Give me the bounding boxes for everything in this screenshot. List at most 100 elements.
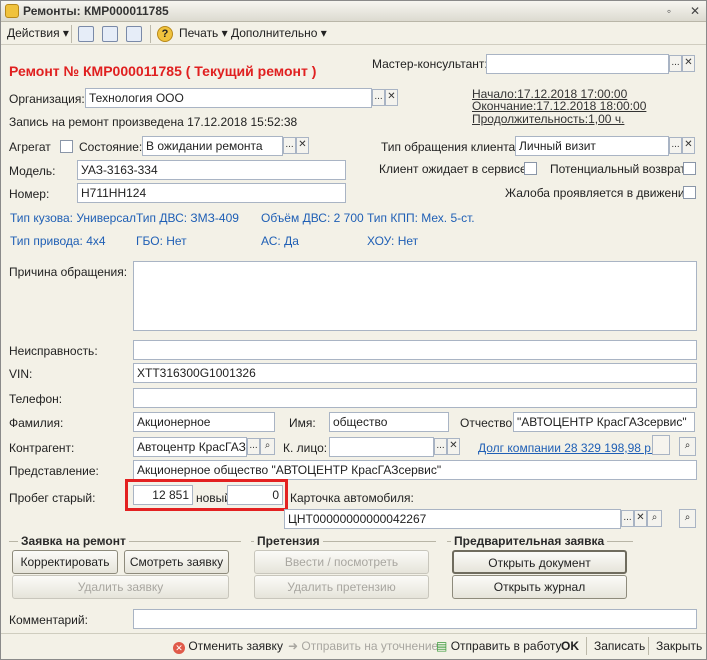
bottom-divider — [586, 637, 587, 655]
contact-field[interactable] — [329, 437, 434, 457]
send-work-button[interactable]: ▤ Отправить в работу — [436, 639, 562, 653]
representation-field[interactable]: Акционерное общество "АВТОЦЕНТР КрасГАЗс… — [133, 460, 697, 480]
number-field[interactable]: Н711НН124 — [77, 183, 346, 203]
contact-select-button[interactable]: ... — [434, 438, 447, 455]
delete-request-button[interactable]: Удалить заявку — [12, 575, 229, 599]
schedule-end-link[interactable]: Окончание:17.12.2018 18:00:00 — [472, 99, 646, 113]
client-waits-label: Клиент ожидает в сервисе — [379, 162, 527, 176]
name-field[interactable]: общество — [329, 412, 449, 432]
window-menu-icon[interactable]: ◦ — [661, 4, 677, 19]
master-field[interactable] — [486, 54, 669, 74]
contractor-select-button[interactable]: ... — [247, 438, 260, 455]
contractor-label: Контрагент: — [9, 441, 75, 455]
repair-title: Ремонт № КМР000011785 ( Текущий ремонт ) — [9, 63, 317, 79]
state-select-button[interactable]: ... — [283, 137, 296, 154]
cancel-request-button[interactable]: ✕ Отменить заявку — [173, 639, 283, 654]
potential-return-checkbox[interactable] — [683, 162, 696, 175]
spec-gbo: ГБО: Нет — [136, 234, 187, 248]
org-clear-button[interactable]: ✕ — [385, 89, 398, 106]
mileage-new-field[interactable]: 0 — [227, 485, 283, 505]
claim-delete-button[interactable]: Удалить претензию — [254, 575, 429, 599]
car-card-clear-button[interactable]: ✕ — [634, 510, 647, 527]
toolbar-divider — [150, 25, 151, 43]
debt-link[interactable]: Долг компании 28 329 198,98 р... — [478, 441, 661, 455]
claim-enter-button[interactable]: Ввести / посмотреть претензию — [254, 550, 429, 591]
master-clear-button[interactable]: ✕ — [682, 55, 695, 72]
toolbar-divider — [71, 25, 72, 43]
state-clear-button[interactable]: ✕ — [296, 137, 309, 154]
contact-label: К. лицо: — [283, 441, 328, 455]
name-label: Имя: — [289, 416, 316, 430]
view-request-button[interactable]: Смотреть заявку — [124, 550, 229, 574]
calendar-icon[interactable] — [652, 435, 670, 455]
print-label: Печать — [179, 26, 219, 40]
appeal-type-select-button[interactable]: ... — [669, 137, 682, 154]
window-title: Ремонты: КМР000011785 — [23, 4, 169, 18]
close-button[interactable]: Закрыть — [656, 639, 702, 653]
state-field[interactable]: В ожидании ремонта — [142, 136, 283, 156]
appeal-type-field[interactable]: Личный визит — [515, 136, 669, 156]
save-button[interactable]: Записать — [594, 639, 645, 653]
complaint-label: Жалоба проявляется в движении — [505, 186, 692, 200]
patronymic-field[interactable]: "АВТОЦЕНТР КрасГАЗсервис" — [513, 412, 695, 432]
bottom-divider — [648, 637, 649, 655]
spec-engine-volume: Объём ДВС: 2 700 — [261, 211, 364, 225]
send-work-label: Отправить в работу — [450, 639, 562, 653]
refresh-icon[interactable] — [102, 26, 118, 42]
car-card-search-icon[interactable]: ⌕ — [647, 510, 662, 527]
print-menu[interactable]: Печать ▾ — [179, 26, 228, 40]
vin-label: VIN: — [9, 367, 33, 381]
actions-label: Действия — [7, 26, 60, 40]
master-select-button[interactable]: ... — [669, 55, 682, 72]
close-icon[interactable]: ✕ — [687, 4, 703, 19]
patronymic-label: Отчество: — [460, 416, 516, 430]
reason-textarea[interactable] — [133, 261, 697, 331]
model-field[interactable]: УАЗ-3163-334 — [77, 160, 346, 180]
contact-clear-button[interactable]: ✕ — [447, 438, 460, 455]
contractor-field[interactable]: Автоцентр КрасГАЗсе — [133, 437, 247, 457]
help-icon[interactable]: ? — [157, 26, 173, 42]
reason-label: Причина обращения: — [9, 265, 128, 279]
arrow-right-icon: ➜ — [288, 639, 299, 653]
mileage-old-field[interactable]: 12 851 — [133, 485, 193, 505]
comment-label: Комментарий: — [9, 613, 88, 627]
potential-return-label: Потенциальный возврат — [550, 162, 686, 176]
phone-field[interactable] — [133, 388, 697, 408]
save-icon[interactable] — [78, 26, 94, 42]
complaint-checkbox[interactable] — [683, 186, 696, 199]
fault-field[interactable] — [133, 340, 697, 360]
aggregate-checkbox[interactable] — [60, 140, 73, 153]
spec-hou: ХОУ: Нет — [367, 234, 419, 248]
vin-field[interactable]: ХТТ316300G1001326 — [133, 363, 697, 383]
model-label: Модель: — [9, 164, 56, 178]
record-text: Запись на ремонт произведена 17.12.2018 … — [9, 115, 298, 129]
open-document-button[interactable]: Открыть документ — [452, 550, 627, 574]
send-clarify-button[interactable]: ➜ Отправить на уточнение — [288, 639, 438, 653]
actions-menu[interactable]: Действия ▾ — [7, 26, 69, 40]
open-journal-button[interactable]: Открыть журнал — [452, 575, 627, 599]
more-menu[interactable]: Дополнительно ▾ — [231, 26, 327, 40]
search-icon[interactable]: ⌕ — [679, 437, 696, 456]
appeal-type-clear-button[interactable]: ✕ — [682, 137, 695, 154]
schedule-duration-link[interactable]: Продолжительность:1,00 ч. — [472, 112, 624, 126]
comment-field[interactable] — [133, 609, 697, 629]
ok-button[interactable]: OK — [561, 639, 579, 653]
org-select-button[interactable]: ... — [372, 89, 385, 106]
send-work-icon: ▤ — [436, 639, 448, 653]
card-open-search-icon[interactable]: ⌕ — [679, 509, 696, 528]
surname-field[interactable]: Акционерное — [133, 412, 275, 432]
copy-icon[interactable] — [126, 26, 142, 42]
mileage-old-label: Пробег старый: — [9, 491, 96, 505]
request-group-title: Заявка на ремонт — [18, 534, 129, 548]
org-field[interactable]: Технология ООО — [85, 88, 372, 108]
contractor-search-icon[interactable]: ⌕ — [260, 438, 275, 455]
app-icon — [5, 4, 19, 18]
car-card-label: Карточка автомобиля: — [290, 491, 414, 505]
claim-group-title: Претензия — [254, 534, 323, 548]
correct-button[interactable]: Корректировать — [12, 550, 118, 574]
client-waits-checkbox[interactable] — [524, 162, 537, 175]
car-card-select-button[interactable]: ... — [621, 510, 634, 527]
spec-gearbox: Тип КПП: Мех. 5-ст. — [367, 211, 475, 225]
spec-drive: Тип привода: 4х4 — [10, 234, 106, 248]
car-card-field[interactable]: ЦНТ00000000000042267 — [284, 509, 621, 529]
